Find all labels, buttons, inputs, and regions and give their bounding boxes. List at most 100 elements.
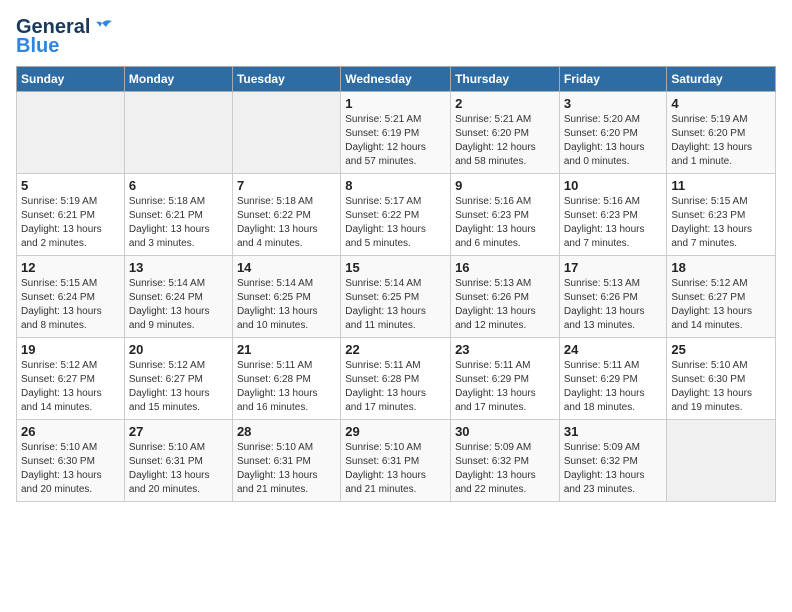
day-cell: 6Sunrise: 5:18 AM Sunset: 6:21 PM Daylig… [124,174,232,256]
day-cell: 21Sunrise: 5:11 AM Sunset: 6:28 PM Dayli… [232,338,340,420]
week-row-3: 12Sunrise: 5:15 AM Sunset: 6:24 PM Dayli… [17,256,776,338]
day-cell: 8 Sunrise: 5:17 AM Sunset: 6:22 PM Daylig… [341,174,451,256]
day-cell [667,420,776,502]
col-header-saturday: Saturday [667,67,776,92]
day-cell: 18 Sunrise: 5:12 AM Sunset: 6:27 PM Dayli… [667,256,776,338]
day-info: Sunrise: 5:13 AM Sunset: 6:26 PM Dayligh… [564,277,663,333]
day-info: Sunrise: 5:20 AM Sunset: 6:20 PM Dayligh… [564,113,663,169]
day-cell: 12Sunrise: 5:15 AM Sunset: 6:24 PM Dayli… [17,256,125,338]
day-info: Sunrise: 5:13 AM Sunset: 6:26 PM Dayligh… [455,277,555,333]
day-cell: 31 Sunrise: 5:09 AM Sunset: 6:32 PM Dayli… [559,420,667,502]
day-cell: 9 Sunrise: 5:16 AM Sunset: 6:23 PM Daylig… [451,174,560,256]
day-number: 5 [21,178,120,193]
day-info: Sunrise: 5:14 AM Sunset: 6:24 PM Dayligh… [129,277,228,333]
day-cell: 1 Sunrise: 5:21 AM Sunset: 6:19 PM Daylig… [341,92,451,174]
day-number: 16 [455,260,555,275]
day-cell [17,92,125,174]
day-cell: 25 Sunrise: 5:10 AM Sunset: 6:30 PM Dayli… [667,338,776,420]
day-info: Sunrise: 5:14 AM Sunset: 6:25 PM Dayligh… [345,277,446,333]
day-info: Sunrise: 5:10 AM Sunset: 6:30 PM Dayligh… [21,441,120,497]
day-info: Sunrise: 5:18 AM Sunset: 6:22 PM Dayligh… [237,195,336,251]
day-number: 6 [129,178,228,193]
day-cell: 19Sunrise: 5:12 AM Sunset: 6:27 PM Dayli… [17,338,125,420]
day-info: Sunrise: 5:12 AM Sunset: 6:27 PM Dayligh… [671,277,771,333]
day-cell: 16 Sunrise: 5:13 AM Sunset: 6:26 PM Dayli… [451,256,560,338]
logo-blue: Blue [16,35,59,58]
day-info: Sunrise: 5:10 AM Sunset: 6:31 PM Dayligh… [237,441,336,497]
day-cell [232,92,340,174]
day-number: 15 [345,260,446,275]
col-header-monday: Monday [124,67,232,92]
day-cell: 3 Sunrise: 5:20 AM Sunset: 6:20 PM Daylig… [559,92,667,174]
day-number: 13 [129,260,228,275]
day-info: Sunrise: 5:11 AM Sunset: 6:28 PM Dayligh… [345,359,446,415]
day-number: 14 [237,260,336,275]
day-number: 3 [564,96,663,111]
day-cell: 28 Sunrise: 5:10 AM Sunset: 6:31 PM Dayli… [232,420,340,502]
day-number: 20 [129,342,228,357]
day-number: 8 [345,178,446,193]
day-cell: 13 Sunrise: 5:14 AM Sunset: 6:24 PM Dayli… [124,256,232,338]
day-cell: 22 Sunrise: 5:11 AM Sunset: 6:28 PM Dayli… [341,338,451,420]
day-number: 18 [671,260,771,275]
day-number: 26 [21,424,120,439]
day-number: 30 [455,424,555,439]
day-info: Sunrise: 5:16 AM Sunset: 6:23 PM Dayligh… [564,195,663,251]
day-info: Sunrise: 5:21 AM Sunset: 6:19 PM Dayligh… [345,113,446,169]
day-number: 29 [345,424,446,439]
week-row-4: 19Sunrise: 5:12 AM Sunset: 6:27 PM Dayli… [17,338,776,420]
day-cell: 27 Sunrise: 5:10 AM Sunset: 6:31 PM Dayli… [124,420,232,502]
logo: General Blue [16,16,114,58]
day-number: 10 [564,178,663,193]
day-cell: 7 Sunrise: 5:18 AM Sunset: 6:22 PM Daylig… [232,174,340,256]
day-info: Sunrise: 5:15 AM Sunset: 6:24 PM Dayligh… [21,277,120,333]
week-row-1: 1 Sunrise: 5:21 AM Sunset: 6:19 PM Daylig… [17,92,776,174]
day-cell: 23 Sunrise: 5:11 AM Sunset: 6:29 PM Dayli… [451,338,560,420]
day-number: 25 [671,342,771,357]
day-info: Sunrise: 5:21 AM Sunset: 6:20 PM Dayligh… [455,113,555,169]
page-header: General Blue [16,16,776,58]
day-number: 28 [237,424,336,439]
day-cell: 30Sunrise: 5:09 AM Sunset: 6:32 PM Dayli… [451,420,560,502]
day-cell: 17Sunrise: 5:13 AM Sunset: 6:26 PM Dayli… [559,256,667,338]
day-cell: 15 Sunrise: 5:14 AM Sunset: 6:25 PM Dayli… [341,256,451,338]
day-info: Sunrise: 5:14 AM Sunset: 6:25 PM Dayligh… [237,277,336,333]
day-info: Sunrise: 5:15 AM Sunset: 6:23 PM Dayligh… [671,195,771,251]
day-number: 9 [455,178,555,193]
day-info: Sunrise: 5:16 AM Sunset: 6:23 PM Dayligh… [455,195,555,251]
col-header-friday: Friday [559,67,667,92]
day-info: Sunrise: 5:09 AM Sunset: 6:32 PM Dayligh… [564,441,663,497]
week-row-2: 5 Sunrise: 5:19 AM Sunset: 6:21 PM Daylig… [17,174,776,256]
day-number: 11 [671,178,771,193]
day-cell: 20Sunrise: 5:12 AM Sunset: 6:27 PM Dayli… [124,338,232,420]
day-cell: 10 Sunrise: 5:16 AM Sunset: 6:23 PM Dayli… [559,174,667,256]
day-number: 27 [129,424,228,439]
day-cell: 29 Sunrise: 5:10 AM Sunset: 6:31 PM Dayli… [341,420,451,502]
col-header-sunday: Sunday [17,67,125,92]
col-header-wednesday: Wednesday [341,67,451,92]
day-info: Sunrise: 5:10 AM Sunset: 6:30 PM Dayligh… [671,359,771,415]
day-cell [124,92,232,174]
day-info: Sunrise: 5:11 AM Sunset: 6:29 PM Dayligh… [455,359,555,415]
day-info: Sunrise: 5:12 AM Sunset: 6:27 PM Dayligh… [21,359,120,415]
week-row-5: 26 Sunrise: 5:10 AM Sunset: 6:30 PM Dayli… [17,420,776,502]
col-header-thursday: Thursday [451,67,560,92]
day-number: 31 [564,424,663,439]
calendar-table: SundayMondayTuesdayWednesdayThursdayFrid… [16,66,776,502]
logo-bird-icon [92,19,114,37]
day-number: 4 [671,96,771,111]
day-cell: 2Sunrise: 5:21 AM Sunset: 6:20 PM Daylig… [451,92,560,174]
day-number: 1 [345,96,446,111]
day-info: Sunrise: 5:10 AM Sunset: 6:31 PM Dayligh… [129,441,228,497]
day-info: Sunrise: 5:10 AM Sunset: 6:31 PM Dayligh… [345,441,446,497]
day-info: Sunrise: 5:11 AM Sunset: 6:28 PM Dayligh… [237,359,336,415]
day-cell: 26 Sunrise: 5:10 AM Sunset: 6:30 PM Dayli… [17,420,125,502]
col-header-tuesday: Tuesday [232,67,340,92]
day-info: Sunrise: 5:19 AM Sunset: 6:21 PM Dayligh… [21,195,120,251]
day-info: Sunrise: 5:17 AM Sunset: 6:22 PM Dayligh… [345,195,446,251]
day-number: 7 [237,178,336,193]
day-number: 22 [345,342,446,357]
day-number: 23 [455,342,555,357]
day-info: Sunrise: 5:11 AM Sunset: 6:29 PM Dayligh… [564,359,663,415]
day-cell: 11 Sunrise: 5:15 AM Sunset: 6:23 PM Dayli… [667,174,776,256]
